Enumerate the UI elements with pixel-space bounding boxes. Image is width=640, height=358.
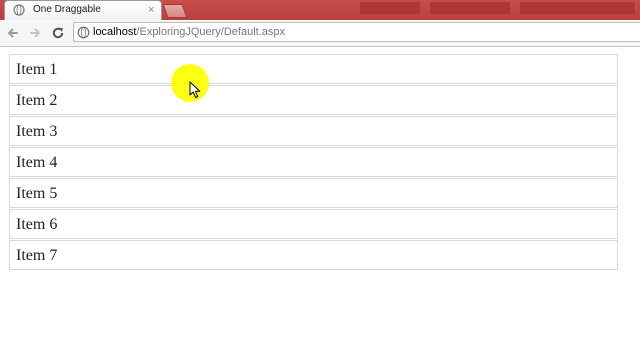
tab-strip: One Draggable × — [0, 0, 640, 20]
url-path: /ExploringJQuery/Default.aspx — [136, 26, 285, 38]
browser-toolbar: localhost/ExploringJQuery/Default.aspx — [0, 20, 640, 47]
list-item[interactable]: Item 7 — [9, 240, 618, 270]
url-host: localhost — [93, 26, 137, 38]
list-item[interactable]: Item 6 — [9, 209, 618, 239]
page-globe-icon — [13, 4, 25, 16]
new-tab-button[interactable] — [162, 4, 188, 18]
list-item[interactable]: Item 2 — [9, 85, 618, 115]
obscured-region — [360, 2, 420, 14]
hand-cursor-icon — [189, 81, 201, 98]
tab-title: One Draggable — [33, 4, 101, 15]
reload-icon[interactable] — [49, 24, 67, 42]
list-item[interactable]: Item 1 — [9, 54, 618, 84]
address-bar[interactable]: localhost/ExploringJQuery/Default.aspx — [73, 22, 640, 42]
page-globe-icon — [77, 26, 90, 39]
address-url: localhost/ExploringJQuery/Default.aspx — [93, 26, 285, 38]
list-item[interactable]: Item 5 — [9, 178, 618, 208]
list-item[interactable]: Item 3 — [9, 116, 618, 146]
draggable-item-list: Item 1 Item 2 Item 3 Item 4 Item 5 Item … — [9, 54, 618, 271]
obscured-region — [430, 2, 510, 14]
forward-arrow-icon[interactable] — [26, 24, 44, 42]
obscured-region — [520, 2, 635, 14]
back-arrow-icon[interactable] — [4, 24, 22, 42]
tab-close-icon[interactable]: × — [148, 3, 154, 17]
browser-tab[interactable]: One Draggable × — [4, 0, 162, 20]
list-item[interactable]: Item 4 — [9, 147, 618, 177]
